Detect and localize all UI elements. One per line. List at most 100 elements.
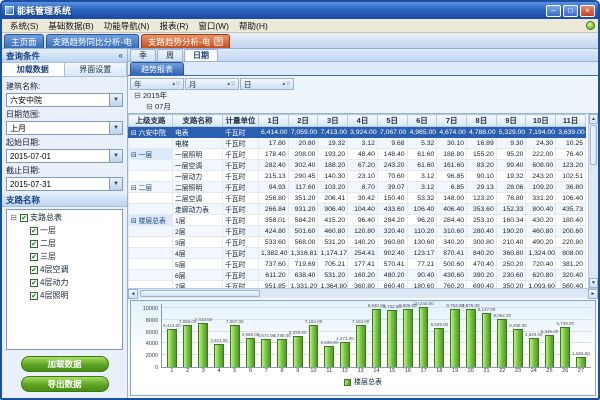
minimize-button[interactable]: – — [546, 5, 561, 17]
bar[interactable] — [340, 342, 350, 367]
bar-slot[interactable]: 1,693.00 — [573, 304, 589, 367]
period-tab[interactable]: 周 — [157, 49, 183, 61]
table-row[interactable]: 3层千瓦时533.60568.00531.20140.20360.80130.6… — [129, 237, 586, 248]
bar-slot[interactable]: 7,067.00 — [227, 304, 243, 367]
group-row[interactable]: ⊟07月 — [130, 101, 596, 112]
bar[interactable] — [513, 329, 523, 367]
bar[interactable] — [450, 309, 460, 367]
scroll-up-icon[interactable]: ▲ — [589, 114, 598, 124]
scroll-left-icon[interactable]: ◄ — [128, 289, 138, 299]
tree-item[interactable]: ✔4层动力 — [7, 276, 122, 289]
column-header[interactable]: 11日 — [556, 115, 586, 127]
bar[interactable] — [576, 357, 586, 367]
field-control[interactable]: 2015-07-31▼ — [6, 177, 123, 191]
expand-icon[interactable]: ⊟ — [9, 213, 18, 222]
tab-close-icon[interactable]: × — [214, 37, 223, 46]
hscroll-thumb[interactable] — [140, 290, 260, 297]
bar[interactable] — [497, 319, 507, 367]
bar-slot[interactable]: 9,840.00 — [369, 304, 385, 367]
period-tab[interactable]: 季 — [130, 49, 156, 61]
checkbox-icon[interactable]: ✔ — [30, 266, 38, 274]
table-row[interactable]: 5层千瓦时737.60719.69705.21177.41570.4177.21… — [129, 259, 586, 270]
bar-slot[interactable]: 7,194.00 — [306, 304, 322, 367]
chevron-down-icon[interactable]: ▼ — [109, 94, 122, 106]
tree-item[interactable]: ✔二层 — [7, 237, 122, 250]
bar[interactable] — [387, 310, 397, 367]
sidebar-tab[interactable]: 界面设置 — [65, 63, 128, 76]
column-header[interactable]: 4日 — [348, 115, 378, 127]
column-header[interactable]: 计量单位 — [223, 115, 259, 127]
checkbox-icon[interactable]: ✔ — [30, 253, 38, 261]
bar[interactable] — [466, 309, 476, 367]
table-row[interactable]: 2层千瓦时424.80501.60460.80120.80320.40110.2… — [129, 226, 586, 237]
bar-slot[interactable]: 6,529.00 — [431, 304, 447, 367]
bar-slot[interactable]: 6,486.00 — [510, 304, 526, 367]
field-control[interactable]: 六安中院▼ — [6, 93, 123, 107]
bar-slot[interactable]: 9,763.00 — [447, 304, 463, 367]
bar-slot[interactable]: 6,739.00 — [557, 304, 573, 367]
checkbox-icon[interactable]: ✔ — [30, 227, 38, 235]
bar-slot[interactable]: 6,414.00 — [164, 304, 180, 367]
bar[interactable] — [198, 323, 208, 367]
vertical-scrollbar[interactable]: ▲ ▼ — [588, 114, 598, 288]
table-row[interactable]: 一层动力千瓦时215.13290.45140.3023.1070.603.129… — [129, 171, 586, 182]
table-row[interactable]: 4层千瓦时1,382.401,316.811,174.17254.41902.4… — [129, 248, 586, 259]
column-header[interactable]: 10日 — [526, 115, 556, 127]
bar[interactable] — [434, 328, 444, 367]
export-data-button[interactable]: 导出数据 — [21, 376, 109, 392]
scroll-down-icon[interactable]: ▼ — [589, 278, 598, 288]
bar[interactable] — [372, 309, 382, 367]
bar-slot[interactable]: 7,059.00 — [180, 304, 196, 367]
bar-slot[interactable]: 4,965.00 — [243, 304, 259, 367]
checkbox-icon[interactable]: ✔ — [30, 279, 38, 287]
bar[interactable] — [560, 327, 570, 367]
group-column[interactable]: 月▲▽ — [185, 78, 239, 90]
bar[interactable] — [277, 339, 287, 367]
field-control[interactable]: 上月▼ — [6, 121, 123, 135]
period-tab[interactable]: 日期 — [184, 49, 218, 61]
column-header[interactable]: 6日 — [407, 115, 437, 127]
menu-item[interactable]: 基础数据(B) — [43, 20, 98, 32]
maximize-button[interactable]: □ — [563, 5, 578, 17]
tab-trend-report[interactable]: 趋势报表 — [130, 62, 184, 75]
bar-slot[interactable]: 8,062.00 — [494, 304, 510, 367]
bar[interactable] — [545, 335, 555, 367]
table-row[interactable]: 走廊动力表千瓦时266.84931.20906.40104.40433.6010… — [129, 204, 586, 215]
checkbox-icon[interactable]: ✔ — [20, 214, 28, 222]
bar-slot[interactable]: 9,722.00 — [384, 304, 400, 367]
table-row[interactable]: 二层空调千瓦时256.80351.20206.4130.42150.4053.3… — [129, 193, 586, 204]
field-control[interactable]: 2015-07-01▼ — [6, 149, 123, 163]
collapse-icon[interactable]: « — [119, 51, 123, 60]
group-column[interactable]: 日▲▽ — [240, 78, 294, 90]
doc-tab[interactable]: 支路趋势同比分析-电 — [46, 34, 139, 48]
column-header[interactable]: 7日 — [437, 115, 467, 127]
tree-item[interactable]: ⊟✔支路总表 — [7, 211, 122, 224]
bar[interactable] — [183, 325, 193, 367]
column-header[interactable]: 支路名称 — [173, 115, 223, 127]
column-header[interactable]: 3日 — [318, 115, 348, 127]
table-row[interactable]: 一层空调千瓦时282.40302.40188.2067.20243.2061.6… — [129, 160, 586, 171]
scroll-thumb[interactable] — [590, 125, 597, 165]
menu-item[interactable]: 系统(S) — [5, 20, 43, 32]
group-column[interactable]: 年▲▽ — [130, 78, 184, 90]
bar-slot[interactable]: 10,244.00 — [416, 304, 432, 367]
column-header[interactable]: 9日 — [496, 115, 526, 127]
column-header[interactable]: 8日 — [467, 115, 497, 127]
tree-item[interactable]: ✔4层空调 — [7, 263, 122, 276]
menu-item[interactable]: 报表(R) — [155, 20, 194, 32]
expand-icon[interactable]: ⊟ — [134, 91, 143, 100]
checkbox-icon[interactable]: ✔ — [30, 240, 38, 248]
column-header[interactable]: 2日 — [288, 115, 318, 127]
bar-slot[interactable]: 5,329.00 — [290, 304, 306, 367]
bar-slot[interactable]: 9,147.00 — [479, 304, 495, 367]
group-row[interactable]: ⊟2015年 — [130, 90, 596, 101]
scroll-right-icon[interactable]: ► — [588, 289, 598, 299]
bar[interactable] — [529, 338, 539, 367]
table-row[interactable]: ⊟ 一层一层照明千瓦时178.40208.00193.2048.40148.40… — [129, 149, 586, 160]
bar-slot[interactable]: 3,639.00 — [321, 304, 337, 367]
bar-slot[interactable]: 4,273.00 — [337, 304, 353, 367]
column-header[interactable]: 上级支路 — [129, 115, 173, 127]
chevron-down-icon[interactable]: ▼ — [109, 150, 122, 162]
horizontal-scrollbar[interactable]: ◄ ► — [128, 288, 598, 298]
table-row[interactable]: ⊟ 楼层总表1层千瓦时358.01584.20415.2096.40284.20… — [129, 215, 586, 226]
